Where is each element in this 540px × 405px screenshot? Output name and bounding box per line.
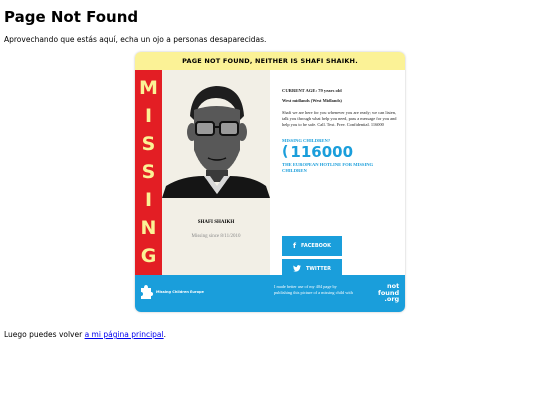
person-name: SHAFI SHAIKH [197,220,235,225]
missing-letter: N [140,217,157,240]
person-description: Shafi we are here for you whenever you a… [282,110,397,127]
person-photo [162,76,270,198]
missing-letter: M [139,76,158,99]
current-age: CURRENT AGE: 79 years old [282,88,342,93]
person-location: West midlands (West Midlands) [282,98,342,103]
missing-letter: I [144,104,153,127]
org-logo-text: Missing Children Europe [156,290,204,294]
hotline-number-text: 116000 [290,143,354,161]
card-banner: PAGE NOT FOUND, NEITHER IS SHAFI SHAIKH. [135,52,405,70]
facebook-button[interactable]: f FACEBOOK [282,236,342,256]
footer-prefix: Luego puedes volver [4,330,85,339]
missing-strip: M I S S I N G [135,70,162,275]
notfound-logo-line: .org [384,295,400,303]
notfound-org-logo[interactable]: not found .org [378,283,399,303]
bottom-note: I made better use of my 404 page by publ… [274,284,353,295]
photo-panel: SHAFI SHAIKH Missing since 8/11/2010 [162,70,270,275]
puzzle-icon [141,285,153,299]
twitter-icon [293,264,301,274]
hotline-description: THE EUROPEAN HOTLINE FOR MISSING CHILDRE… [282,162,374,173]
card-footer-bar: Missing Children Europe I made better us… [135,275,405,312]
hotline-number: ( 116000 [282,144,397,160]
missing-letter: G [140,245,157,268]
missing-person-card: PAGE NOT FOUND, NEITHER IS SHAFI SHAIKH.… [135,52,405,312]
missing-letter: I [144,189,153,212]
intro-text: Aprovechando que estás aquí, echa un ojo… [4,35,267,44]
home-link[interactable]: a mi página principal [85,330,164,339]
person-info: CURRENT AGE: 79 years old West midlands … [282,88,397,174]
footer-suffix: . [163,330,166,339]
facebook-label: FACEBOOK [301,243,332,249]
missing-letter: S [141,160,156,183]
footer-text: Luego puedes volver a mi página principa… [4,330,166,339]
missing-letter: S [141,132,156,155]
twitter-label: TWITTER [306,266,331,272]
missing-since: Missing since 8/11/2010 [191,234,241,239]
facebook-icon: f [292,242,297,250]
page-title: Page Not Found [4,8,139,26]
missing-children-europe-logo[interactable]: Missing Children Europe [139,284,204,300]
phone-icon: ( [282,144,289,160]
